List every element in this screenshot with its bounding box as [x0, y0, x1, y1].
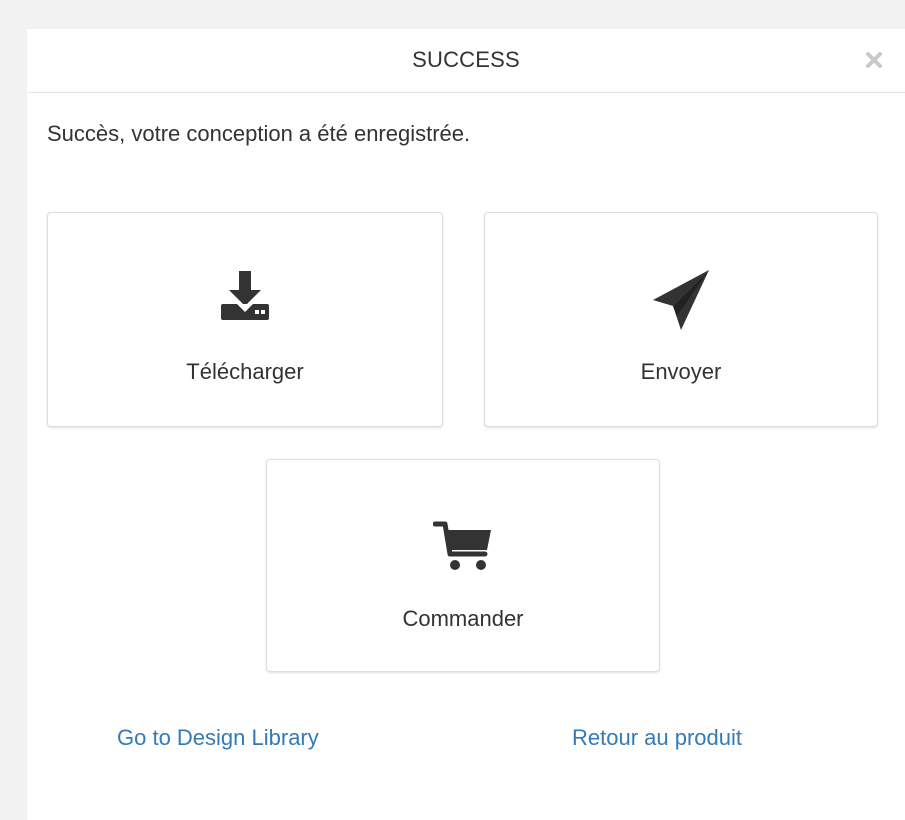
design-library-link[interactable]: Go to Design Library — [117, 725, 319, 751]
success-modal: SUCCESS Succès, votre conception a été e… — [27, 29, 905, 820]
close-button[interactable] — [861, 47, 887, 73]
order-button[interactable]: Commander — [266, 459, 660, 672]
close-icon — [866, 52, 882, 68]
download-button[interactable]: Télécharger — [47, 212, 443, 427]
order-label: Commander — [402, 606, 524, 631]
paper-plane-icon — [653, 270, 709, 330]
success-message: Succès, votre conception a été enregistr… — [47, 121, 471, 146]
modal-header: SUCCESS — [27, 29, 905, 93]
modal-title: SUCCESS — [412, 47, 520, 72]
shopping-cart-icon — [433, 521, 491, 570]
send-label: Envoyer — [640, 359, 722, 384]
download-icon — [221, 271, 269, 320]
back-to-product-link[interactable]: Retour au produit — [572, 725, 742, 751]
download-label: Télécharger — [186, 359, 304, 384]
send-button[interactable]: Envoyer — [484, 212, 878, 427]
